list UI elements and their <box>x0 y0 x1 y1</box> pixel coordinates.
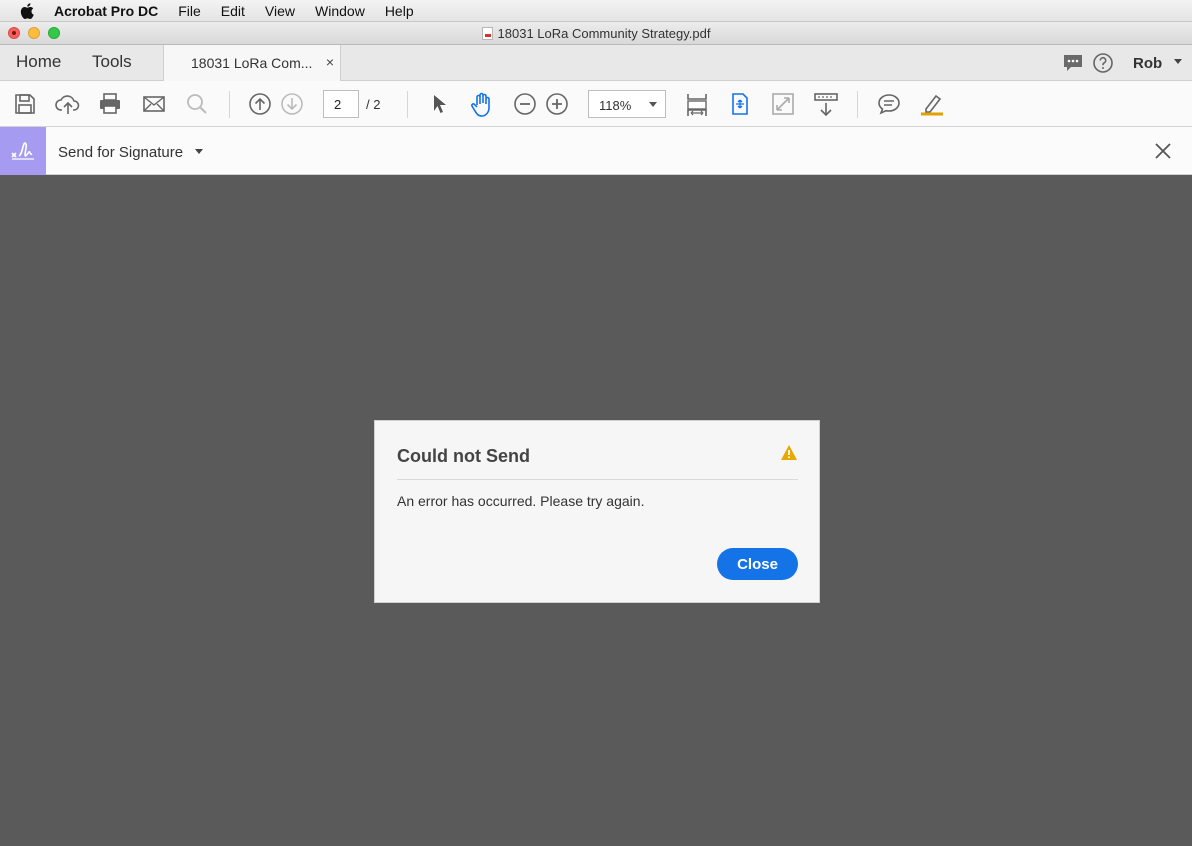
apple-icon[interactable] <box>20 2 38 19</box>
zoom-in-icon[interactable] <box>545 92 569 116</box>
toolbar-divider <box>229 91 230 118</box>
highlight-icon[interactable] <box>919 92 943 116</box>
zoom-select[interactable]: 118% <box>588 90 666 118</box>
warning-icon <box>780 444 798 466</box>
prev-page-icon[interactable] <box>248 92 272 116</box>
signature-icon <box>0 127 46 175</box>
toolbar-divider <box>857 91 858 118</box>
tab-tools[interactable]: Tools <box>92 52 132 72</box>
document-tab-label: 18031 LoRa Com... <box>191 55 313 71</box>
zoom-value: 118% <box>599 98 632 113</box>
send-for-signature-label[interactable]: Send for Signature <box>58 144 183 161</box>
dialog-divider <box>397 479 798 480</box>
window-title: 18031 LoRa Community Strategy.pdf <box>0 26 1192 41</box>
search-icon[interactable] <box>185 92 209 116</box>
menu-file[interactable]: File <box>178 3 201 19</box>
send-for-signature-bar: Send for Signature <box>0 127 1192 175</box>
menu-view[interactable]: View <box>265 3 295 19</box>
dialog-title: Could not Send <box>397 446 530 466</box>
menu-edit[interactable]: Edit <box>221 3 245 19</box>
document-tab-close-icon[interactable]: × <box>326 54 334 70</box>
comment-icon[interactable] <box>877 92 901 116</box>
print-icon[interactable] <box>98 92 122 116</box>
menu-window[interactable]: Window <box>315 3 365 19</box>
scroll-mode-icon[interactable] <box>814 92 838 117</box>
tab-home[interactable]: Home <box>16 52 61 72</box>
cloud-upload-icon[interactable] <box>55 92 80 116</box>
next-page-icon[interactable] <box>280 92 304 116</box>
menu-bar: Acrobat Pro DC File Edit View Window Hel… <box>0 0 1192 22</box>
rotate-icon[interactable] <box>728 92 752 116</box>
select-arrow-icon[interactable] <box>428 92 452 116</box>
error-dialog: Could not Send An error has occurred. Pl… <box>374 420 820 603</box>
zoom-out-icon[interactable] <box>513 92 537 116</box>
tab-bar: Home Tools 18031 LoRa Com... × Rob <box>0 45 1192 81</box>
dialog-message: An error has occurred. Please try again. <box>397 493 645 509</box>
save-icon[interactable] <box>13 92 37 116</box>
help-icon[interactable] <box>1092 52 1114 79</box>
pdf-file-icon <box>481 27 493 40</box>
toolbar: 2 / 2 118% <box>0 81 1192 127</box>
page-total: / 2 <box>366 97 381 112</box>
user-menu-chevron-down-icon[interactable] <box>1174 59 1182 64</box>
chat-icon[interactable] <box>1062 52 1084 79</box>
close-button[interactable]: Close <box>717 548 798 580</box>
signature-chevron-down-icon[interactable] <box>195 149 203 154</box>
menu-app-name[interactable]: Acrobat Pro DC <box>54 3 158 19</box>
fullscreen-icon[interactable] <box>771 92 795 116</box>
window-title-text: 18031 LoRa Community Strategy.pdf <box>497 26 711 41</box>
zoom-chevron-down-icon <box>649 102 657 107</box>
toolbar-divider <box>407 91 408 118</box>
fit-page-icon[interactable] <box>685 92 709 116</box>
window-titlebar: 18031 LoRa Community Strategy.pdf <box>0 22 1192 45</box>
menu-help[interactable]: Help <box>385 3 414 19</box>
user-name[interactable]: Rob <box>1133 55 1162 72</box>
email-icon[interactable] <box>142 92 166 116</box>
hand-icon[interactable] <box>470 92 494 117</box>
tab-document[interactable]: 18031 LoRa Com... × <box>163 45 341 81</box>
close-icon[interactable] <box>1153 141 1173 166</box>
page-number-input[interactable]: 2 <box>323 90 359 118</box>
